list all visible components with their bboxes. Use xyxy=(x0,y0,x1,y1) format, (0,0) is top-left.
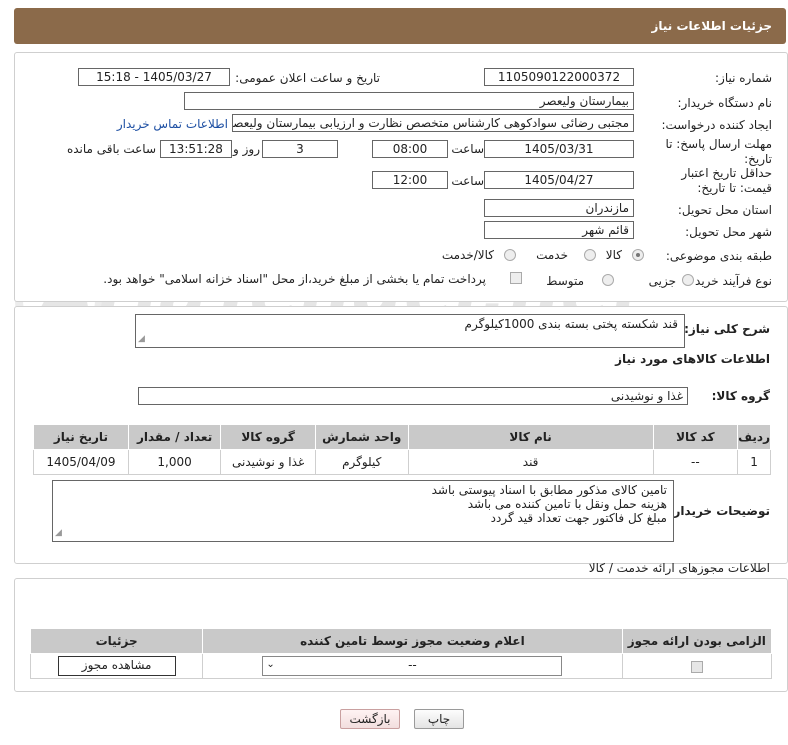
category-radio-service[interactable] xyxy=(584,249,596,261)
process-radio-medium[interactable] xyxy=(602,274,614,286)
cell-code: -- xyxy=(652,449,739,475)
col-quantity: تعداد / مقدار xyxy=(127,424,222,450)
treasury-payment-note: پرداخت تمام یا بخشی از مبلغ خرید،از محل … xyxy=(103,272,486,286)
col-required: الزامی بودن ارائه مجوز xyxy=(621,628,773,654)
need-number-field: 1105090122000372 xyxy=(484,68,634,86)
permits-table-header: الزامی بودن ارائه مجوز اعلام وضعیت مجوز … xyxy=(29,628,773,654)
buyer-notes-textarea: تامین کالای مذکور مطابق با اسناد پیوستی … xyxy=(52,480,674,542)
need-number-label: شماره نیاز: xyxy=(715,71,772,85)
print-button[interactable]: چاپ xyxy=(414,709,464,729)
view-permit-button[interactable]: مشاهده مجوز xyxy=(57,656,176,676)
table-row: -- ⌄ مشاهده مجوز xyxy=(29,653,773,679)
cell-name: قند xyxy=(407,449,654,475)
category-radio-goods-service[interactable] xyxy=(504,249,516,261)
resize-handle-icon: ◢ xyxy=(138,334,145,344)
col-status: اعلام وضعیت مجوز توسط تامین کننده xyxy=(202,628,623,654)
price-time-label: ساعت xyxy=(451,174,484,188)
reply-deadline-label: مهلت ارسال پاسخ: تا تاریخ: xyxy=(665,137,772,166)
page-header: جزئیات اطلاعات نیاز xyxy=(14,8,786,44)
permits-table: الزامی بودن ارائه مجوز اعلام وضعیت مجوز … xyxy=(29,628,773,679)
category-option-service: خدمت xyxy=(536,248,568,262)
col-group: گروه کالا xyxy=(220,424,316,450)
cell-date: 1405/04/09 xyxy=(33,449,129,475)
announce-label: تاریخ و ساعت اعلان عمومی: xyxy=(235,71,380,85)
permits-title: اطلاعات مجوزهای ارائه خدمت / کالا xyxy=(588,561,770,575)
buyer-notes-label: توضیحات خریدار: xyxy=(668,504,770,518)
remaining-time-field: 13:51:28 xyxy=(160,140,232,158)
price-deadline-label: حداقل تاریخ اعتبار قیمت: تا تاریخ: xyxy=(681,166,772,195)
province-field: مازندران xyxy=(484,199,634,217)
page-title: جزئیات اطلاعات نیاز xyxy=(651,19,772,33)
buyer-field: بیمارستان ولیعصر xyxy=(184,92,634,110)
creator-label: ایجاد کننده درخواست: xyxy=(661,118,772,132)
category-radio-goods[interactable] xyxy=(632,249,644,261)
buyer-label: نام دستگاه خریدار: xyxy=(677,96,773,110)
reply-date-field: 1405/03/31 xyxy=(484,140,634,158)
col-unit: واحد شمارش xyxy=(314,424,409,450)
cell-status: -- ⌄ xyxy=(202,653,623,679)
price-time-field: 12:00 xyxy=(372,171,448,189)
permit-status-value: -- xyxy=(408,658,417,672)
process-radio-minor[interactable] xyxy=(682,274,694,286)
process-option-medium: متوسط xyxy=(546,274,584,288)
category-option-goods-service: کالا/خدمت xyxy=(441,248,494,262)
permit-status-select[interactable]: -- ⌄ xyxy=(262,656,563,676)
buyer-note-line: تامین کالای مذکور مطابق با اسناد پیوستی … xyxy=(431,483,667,497)
description-text: قند شکسته پختی بسته بندی 1000کیلوگرم xyxy=(464,317,678,331)
city-label: شهر محل تحویل: xyxy=(685,225,772,239)
price-date-field: 1405/04/27 xyxy=(484,171,634,189)
province-label: استان محل تحویل: xyxy=(677,203,772,217)
buyer-note-line: هزینه حمل ونقل با تامین کننده می باشد xyxy=(467,497,667,511)
col-code: کد کالا xyxy=(652,424,739,450)
description-label: شرح کلی نیاز: xyxy=(684,322,770,336)
cell-unit: کیلوگرم xyxy=(314,449,409,475)
col-details: جزئیات xyxy=(29,628,204,654)
reply-time-label: ساعت xyxy=(451,142,484,156)
creator-field: مجتبی رضائی سوادکوهی کارشناس متخصص نظارت… xyxy=(232,114,634,132)
col-name: نام کالا xyxy=(407,424,654,450)
resize-handle-icon: ◢ xyxy=(55,528,62,538)
description-textarea: قند شکسته پختی بسته بندی 1000کیلوگرم ◢ xyxy=(135,314,685,348)
treasury-payment-checkbox[interactable] xyxy=(510,272,522,284)
category-label: طبقه بندی موضوعی: xyxy=(665,249,772,263)
days-label: روز و xyxy=(233,142,260,156)
cell-required xyxy=(621,653,773,679)
col-row: ردیف xyxy=(737,424,771,450)
back-button[interactable]: بازگشت xyxy=(340,709,400,729)
announce-datetime-field: 1405/03/27 - 15:18 xyxy=(78,68,230,86)
group-label: گروه کالا: xyxy=(711,389,770,403)
cell-quantity: 1,000 xyxy=(127,449,222,475)
required-checkbox[interactable] xyxy=(690,660,703,673)
group-field: غذا و نوشیدنی xyxy=(138,387,688,405)
cell-row: 1 xyxy=(737,449,771,475)
city-field: قائم شهر xyxy=(484,221,634,239)
buyer-note-line: مبلغ کل فاکتور جهت تعداد قید گردد xyxy=(490,511,667,525)
reply-time-field: 08:00 xyxy=(372,140,448,158)
buyer-contact-link[interactable]: اطلاعات تماس خریدار xyxy=(117,117,228,131)
items-table-header: ردیف کد کالا نام کالا واحد شمارش گروه کا… xyxy=(33,424,771,450)
col-date: تاریخ نیاز xyxy=(33,424,129,450)
cell-details: مشاهده مجوز xyxy=(29,653,204,679)
table-row: 1 -- قند کیلوگرم غذا و نوشیدنی 1,000 140… xyxy=(33,449,771,475)
items-table: ردیف کد کالا نام کالا واحد شمارش گروه کا… xyxy=(33,424,771,475)
remaining-time-label: ساعت باقی مانده xyxy=(66,142,156,156)
remaining-days-field: 3 xyxy=(262,140,338,158)
chevron-down-icon: ⌄ xyxy=(266,659,275,670)
items-title: اطلاعات کالاهای مورد نیاز xyxy=(615,352,770,366)
process-option-minor: جزیی xyxy=(648,274,676,288)
process-label: نوع فرآیند خرید : xyxy=(687,274,772,288)
category-option-goods: کالا xyxy=(605,248,622,262)
cell-group: غذا و نوشیدنی xyxy=(220,449,316,475)
